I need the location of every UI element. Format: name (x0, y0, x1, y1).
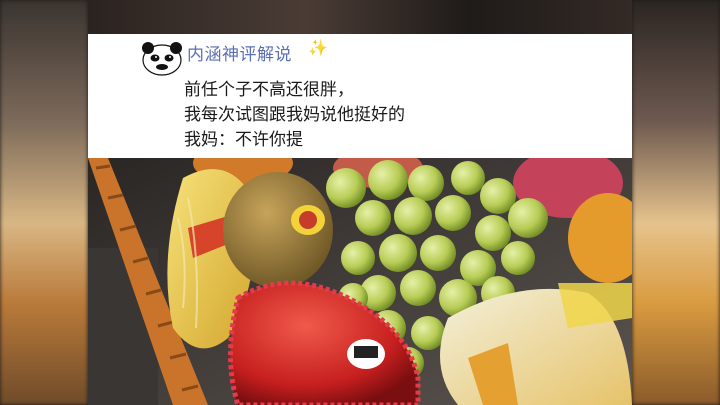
panda-meme-avatar-icon[interactable] (140, 40, 184, 76)
post-line-3: 我妈：不许你提 (184, 130, 303, 150)
post-line-1: 前任个子不高还很胖， (184, 80, 354, 100)
blurred-background-right (632, 0, 720, 405)
fruit-basket-photo (88, 158, 632, 405)
post-text: 前任个子不高还很胖， 我每次试图跟我妈说他挺好的 我妈：不许你提 (184, 78, 405, 153)
sparkle-icon: ✨ (308, 38, 328, 57)
post-line-2: 我每次试图跟我妈说他挺好的 (184, 105, 405, 125)
blurred-background-left (0, 0, 88, 405)
video-top-strip (88, 0, 632, 34)
caption-card: 内涵神评解说 ✨ 前任个子不高还很胖， 我每次试图跟我妈说他挺好的 我妈：不许你… (88, 34, 632, 158)
username[interactable]: 内涵神评解说 (187, 40, 292, 65)
